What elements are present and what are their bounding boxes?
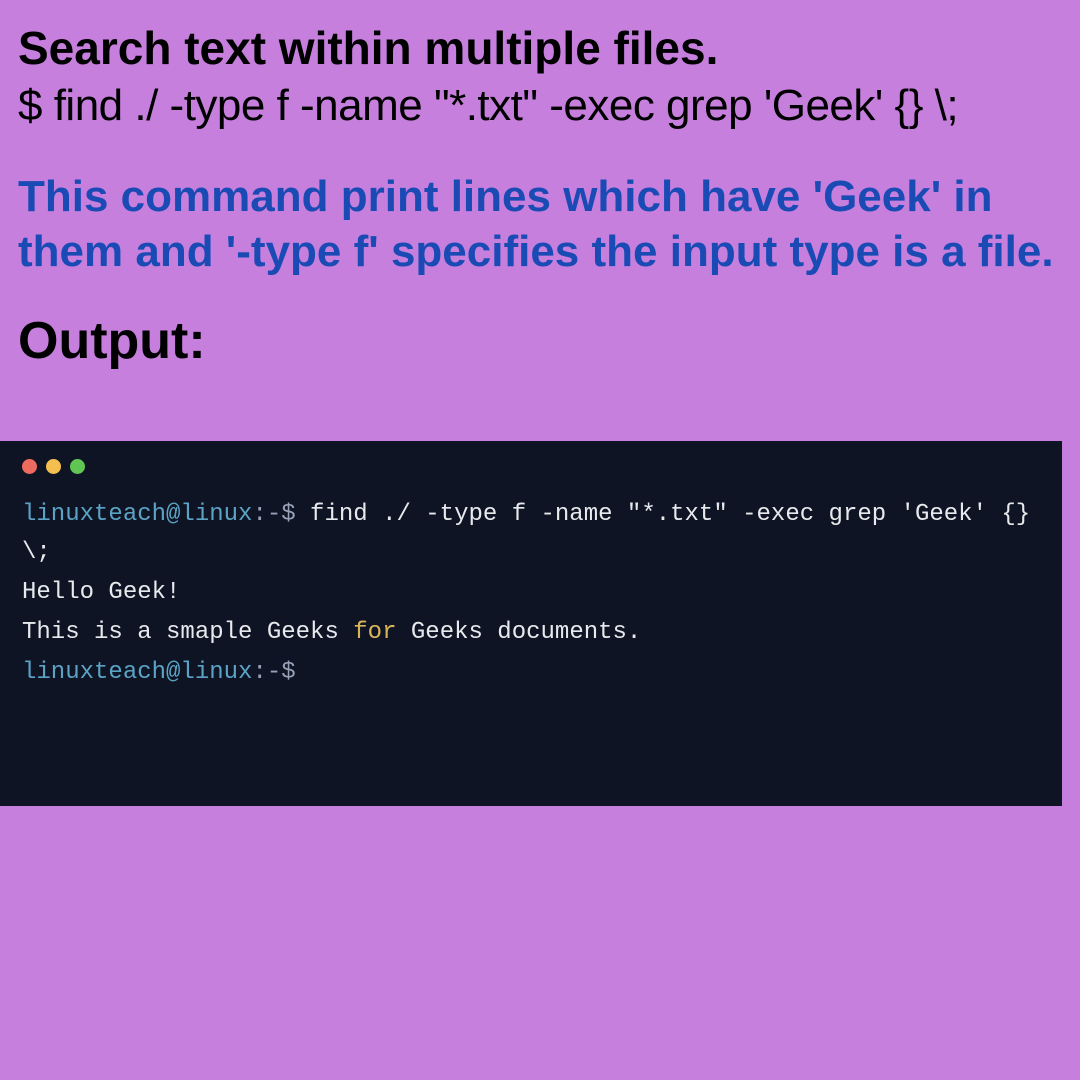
page-title: Search text within multiple files. — [18, 22, 1062, 75]
terminal-text: This is a smaple Geeks — [22, 619, 353, 646]
terminal-line: linuxteach@linux:-$ find ./ -type f -nam… — [22, 496, 1040, 570]
prompt-user: linuxteach@linux — [22, 501, 252, 528]
terminal-output-line: This is a smaple Geeks for Geeks documen… — [22, 614, 1040, 651]
terminal-text: Geeks documents. — [396, 619, 641, 646]
maximize-icon — [70, 459, 85, 474]
window-controls — [22, 459, 1040, 474]
terminal-line: linuxteach@linux:-$ — [22, 654, 1040, 691]
command-description: This command print lines which have 'Gee… — [18, 169, 1062, 279]
command-text: $ find ./ -type f -name "*.txt" -exec gr… — [18, 81, 1062, 132]
prompt-separator: :-$ — [252, 659, 295, 686]
minimize-icon — [46, 459, 61, 474]
close-icon — [22, 459, 37, 474]
terminal-window: linuxteach@linux:-$ find ./ -type f -nam… — [0, 441, 1062, 806]
terminal-keyword: for — [353, 619, 396, 646]
prompt-separator: :-$ — [252, 501, 295, 528]
output-heading: Output: — [18, 311, 1062, 371]
terminal-output-line: Hello Geek! — [22, 574, 1040, 611]
prompt-user: linuxteach@linux — [22, 659, 252, 686]
